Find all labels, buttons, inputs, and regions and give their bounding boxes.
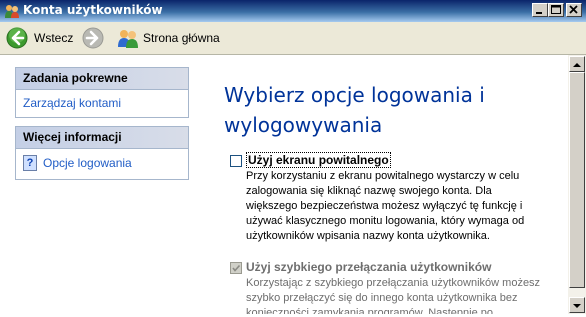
forward-button[interactable] [82,27,104,49]
scroll-down-button[interactable] [569,297,585,313]
welcome-screen-checkbox[interactable] [230,155,242,167]
vertical-scrollbar[interactable] [568,55,586,314]
scroll-up-button[interactable] [569,56,585,72]
more-info-header: Więcej informacji [16,127,188,149]
related-tasks-header: Zadania pokrewne [16,68,188,90]
window-title: Konta użytkowników [23,3,163,17]
related-tasks-box: Zadania pokrewne Zarządzaj kontami [15,67,189,118]
back-button[interactable]: Wstecz [6,27,73,49]
more-info-box: Więcej informacji ? Opcje logowania [15,126,189,180]
logon-options-link[interactable]: ? Opcje logowania [16,149,188,177]
chevron-up-icon [573,63,581,67]
fast-user-switching-checkbox[interactable] [230,262,242,274]
fast-user-switching-description: Korzystając z szybkiego przełączania uży… [246,277,541,314]
manage-accounts-link[interactable]: Zarządzaj kontami [23,96,121,110]
back-label: Wstecz [34,31,74,45]
maximize-button[interactable] [548,3,564,17]
minimize-button[interactable] [532,3,548,17]
title-bar[interactable]: Konta użytkowników [0,0,586,22]
scroll-thumb[interactable] [569,72,585,288]
home-button[interactable]: Strona główna [117,27,220,49]
task-pane: Zadania pokrewne Zarządzaj kontami Więce… [0,55,202,314]
users-home-icon [118,30,138,48]
chevron-down-icon [573,304,581,308]
close-button[interactable] [566,3,582,17]
checkmark-icon [232,264,241,272]
logon-options-label: Opcje logowania [43,156,132,170]
maximize-icon [551,5,561,14]
back-arrow-icon [6,27,28,49]
users-icon [4,3,20,19]
welcome-screen-description: Przy korzystaniu z ekranu powitalnego wy… [246,170,525,242]
minimize-icon [536,12,542,14]
help-icon: ? [23,155,37,171]
fast-user-switching-label[interactable]: Użyj szybkiego przełączania użytkowników [246,260,491,274]
main-content: Wybierz opcje logowania i wylogowywania … [202,55,568,314]
welcome-screen-label[interactable]: Użyj ekranu powitalnego [246,152,391,168]
page-title: Wybierz opcje logowania i wylogowywania [224,83,485,137]
forward-arrow-icon [82,27,104,49]
close-icon [569,5,578,14]
home-label: Strona główna [143,31,220,45]
toolbar: Wstecz Strona główna [0,22,586,55]
